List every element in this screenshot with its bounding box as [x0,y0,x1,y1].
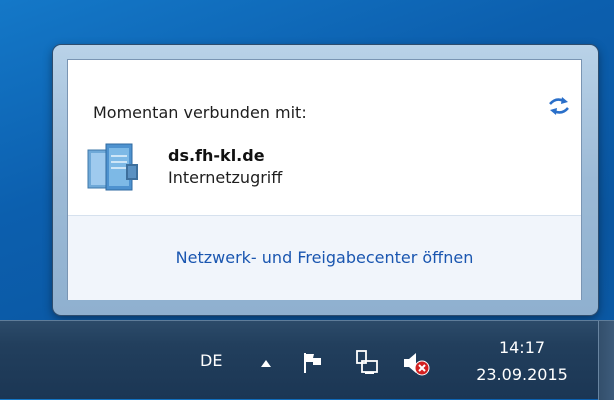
show-desktop-button[interactable] [598,321,614,400]
connected-to-heading: Momentan verbunden mit: [93,103,307,122]
network-flyout: Momentan verbunden mit: ds.fh-kl.de Inte… [53,45,598,315]
network-sharing-center-link[interactable]: Netzwerk- und Freigabecenter öffnen [68,248,581,267]
system-clock[interactable]: 14:17 23.09.2015 [476,337,568,387]
show-hidden-icons-arrow-icon[interactable] [260,359,272,369]
taskbar: DE 14:17 23.09.2015 [0,320,614,400]
clock-time: 14:17 [498,338,546,357]
network-access-status: Internetzugriff [168,168,283,187]
domain-network-icon [87,143,138,191]
flyout-footer: Netzwerk- und Freigabecenter öffnen [68,215,581,300]
language-indicator[interactable]: DE [200,351,222,370]
network-name: ds.fh-kl.de [168,146,265,165]
volume-muted-icon[interactable] [402,351,430,377]
network-flyout-panel: Momentan verbunden mit: ds.fh-kl.de Inte… [67,59,582,300]
refresh-icon[interactable] [546,95,572,117]
network-icon[interactable] [354,349,380,377]
action-center-flag-icon[interactable] [302,351,324,375]
clock-date: 23.09.2015 [476,365,568,384]
network-entry[interactable]: ds.fh-kl.de Internetzugriff [84,138,564,198]
